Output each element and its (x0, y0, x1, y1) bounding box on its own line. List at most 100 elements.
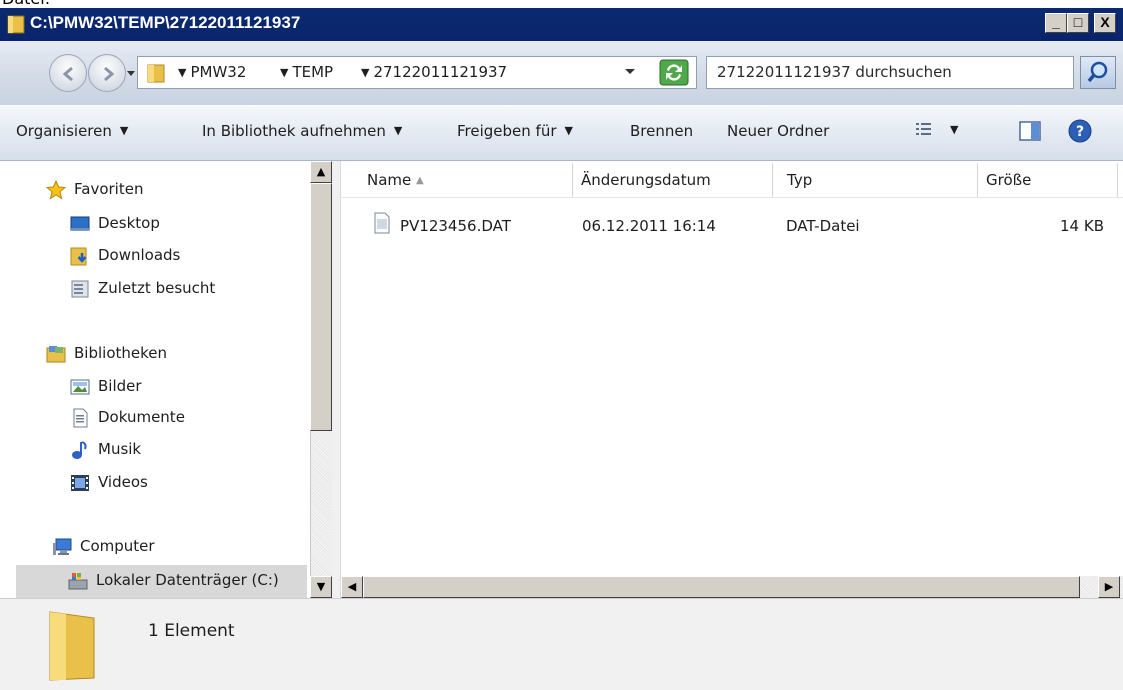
recent-pages-dropdown[interactable] (124, 66, 138, 80)
nav-label: Videos (98, 473, 148, 491)
breadcrumb-label: PMW32 (190, 63, 247, 81)
chevron-down-icon[interactable]: ▼ (950, 123, 958, 136)
share-with-menu[interactable]: Freigeben für ▼ (457, 122, 573, 140)
nav-item-libraries[interactable]: Bibliotheken (46, 344, 306, 366)
file-icon (374, 212, 390, 234)
svg-text:?: ? (1076, 124, 1084, 140)
nav-item-music[interactable]: Musik (70, 440, 306, 462)
nav-item-local-disk[interactable]: Lokaler Datenträger (C:) (68, 571, 308, 593)
minimize-button[interactable]: _ (1045, 13, 1067, 33)
table-row[interactable]: PV123456.DAT 06.12.2011 16:14 DAT-Datei … (345, 207, 1120, 239)
breadcrumb-pmw32[interactable]: ▼ PMW32 (178, 63, 246, 81)
nav-item-pictures[interactable]: Bilder (70, 377, 306, 399)
recent-places-icon (71, 280, 89, 298)
videos-icon (71, 475, 89, 491)
caption-text: Datei: (2, 0, 50, 8)
pictures-icon (70, 379, 90, 395)
horizontal-scroll-thumb[interactable] (363, 576, 1080, 598)
pane-splitter[interactable] (332, 161, 341, 598)
search-button[interactable] (1080, 56, 1116, 89)
column-header-name[interactable]: Name ▲ (341, 163, 573, 197)
nav-label: Lokaler Datenträger (C:) (96, 571, 279, 589)
breadcrumb-temp[interactable]: ▼ TEMP (280, 63, 333, 81)
chevron-right-icon: ▼ (280, 66, 289, 79)
new-folder-button[interactable]: Neuer Ordner (727, 122, 829, 140)
arrow-down-icon: ▼ (316, 580, 326, 593)
column-header-type[interactable]: Typ (773, 163, 978, 197)
window-title: C:\PMW32\TEMP\27122011121937 (30, 13, 301, 32)
search-icon (1087, 61, 1108, 83)
arrow-up-icon: ▲ (316, 165, 326, 178)
details-pane (0, 598, 1123, 690)
item-count: 1 Element (148, 621, 235, 641)
search-input[interactable]: 27122011121937 durchsuchen (706, 56, 1074, 89)
forward-button[interactable] (88, 54, 126, 92)
help-icon[interactable]: ? (1068, 119, 1092, 143)
nav-scroll-thumb[interactable] (310, 183, 332, 431)
back-button[interactable] (49, 54, 87, 92)
command-bar: Organisieren ▼ In Bibliothek aufnehmen ▼ F… (0, 105, 1123, 161)
nav-item-downloads[interactable]: Downloads (70, 246, 306, 268)
file-name: PV123456.DAT (400, 217, 511, 235)
nav-item-videos[interactable]: Videos (70, 473, 306, 495)
sort-ascending-icon: ▲ (416, 175, 424, 186)
preview-pane-icon[interactable] (1018, 119, 1042, 143)
caption-strip: Datei: (0, 0, 1123, 8)
nav-item-computer[interactable]: Computer (52, 537, 306, 559)
forward-arrow-icon (104, 66, 115, 82)
arrow-left-icon: ◀ (347, 580, 357, 593)
nav-label: Zuletzt besucht (98, 279, 216, 297)
burn-button[interactable]: Brennen (630, 122, 693, 140)
drive-icon (68, 573, 88, 590)
chevron-right-icon: ▼ (178, 66, 187, 79)
nav-item-desktop[interactable]: Desktop (70, 214, 306, 236)
column-header-date[interactable]: Änderungsdatum (573, 163, 773, 197)
desktop-icon (70, 216, 90, 231)
breadcrumb-label: 27122011121937 (373, 63, 508, 81)
close-button[interactable]: X (1094, 13, 1116, 33)
file-date: 06.12.2011 16:14 (582, 217, 716, 235)
close-label: X (1100, 14, 1110, 30)
title-bar[interactable]: C:\PMW32\TEMP\27122011121937 _ □ X (0, 8, 1123, 41)
nav-label: Bilder (98, 377, 142, 395)
share-with-label: Freigeben für (457, 122, 557, 140)
view-options-icon[interactable] (915, 120, 933, 140)
organize-menu[interactable]: Organisieren ▼ (16, 122, 128, 140)
include-in-library-menu[interactable]: In Bibliothek aufnehmen ▼ (202, 122, 402, 140)
minimize-label: _ (1052, 14, 1060, 30)
nav-label: Bibliotheken (74, 344, 167, 362)
scroll-down-button[interactable]: ▼ (310, 576, 332, 598)
column-header-size[interactable]: Größe (978, 163, 1118, 197)
scroll-right-button[interactable]: ▶ (1098, 576, 1120, 598)
chevron-down-icon: ▼ (119, 124, 129, 137)
star-icon (46, 180, 66, 200)
folder-icon (49, 611, 95, 681)
maximize-button[interactable]: □ (1067, 13, 1089, 33)
chevron-down-icon: ▼ (393, 124, 403, 137)
back-arrow-icon (62, 66, 73, 82)
nav-label: Dokumente (98, 408, 185, 426)
organize-label: Organisieren (16, 122, 112, 140)
search-placeholder: 27122011121937 durchsuchen (717, 63, 952, 81)
downloads-folder-icon (70, 247, 87, 266)
include-in-library-label: In Bibliothek aufnehmen (202, 122, 386, 140)
scroll-left-button[interactable]: ◀ (341, 576, 363, 598)
maximize-label: □ (1073, 14, 1083, 30)
column-label: Name (367, 171, 412, 189)
nav-item-documents[interactable]: Dokumente (70, 408, 306, 430)
column-label: Größe (986, 171, 1032, 189)
breadcrumb-folder[interactable]: ▼ 27122011121937 (361, 63, 507, 81)
chevron-down-icon[interactable] (623, 61, 637, 81)
refresh-icon[interactable] (659, 59, 689, 86)
arrow-right-icon: ▶ (1104, 580, 1114, 593)
column-label: Änderungsdatum (581, 171, 711, 189)
breadcrumb-label: TEMP (292, 63, 334, 81)
address-bar[interactable]: ▼ PMW32 ▼ TEMP ▼ 27122011121937 (137, 56, 697, 89)
nav-label: Desktop (98, 214, 160, 232)
chevron-down-icon: ▼ (564, 124, 573, 137)
music-note-icon (72, 441, 87, 459)
scroll-up-button[interactable]: ▲ (310, 161, 332, 183)
nav-item-recent[interactable]: Zuletzt besucht (70, 279, 306, 301)
nav-label: Downloads (98, 246, 181, 264)
nav-item-favorites[interactable]: Favoriten (46, 180, 306, 202)
